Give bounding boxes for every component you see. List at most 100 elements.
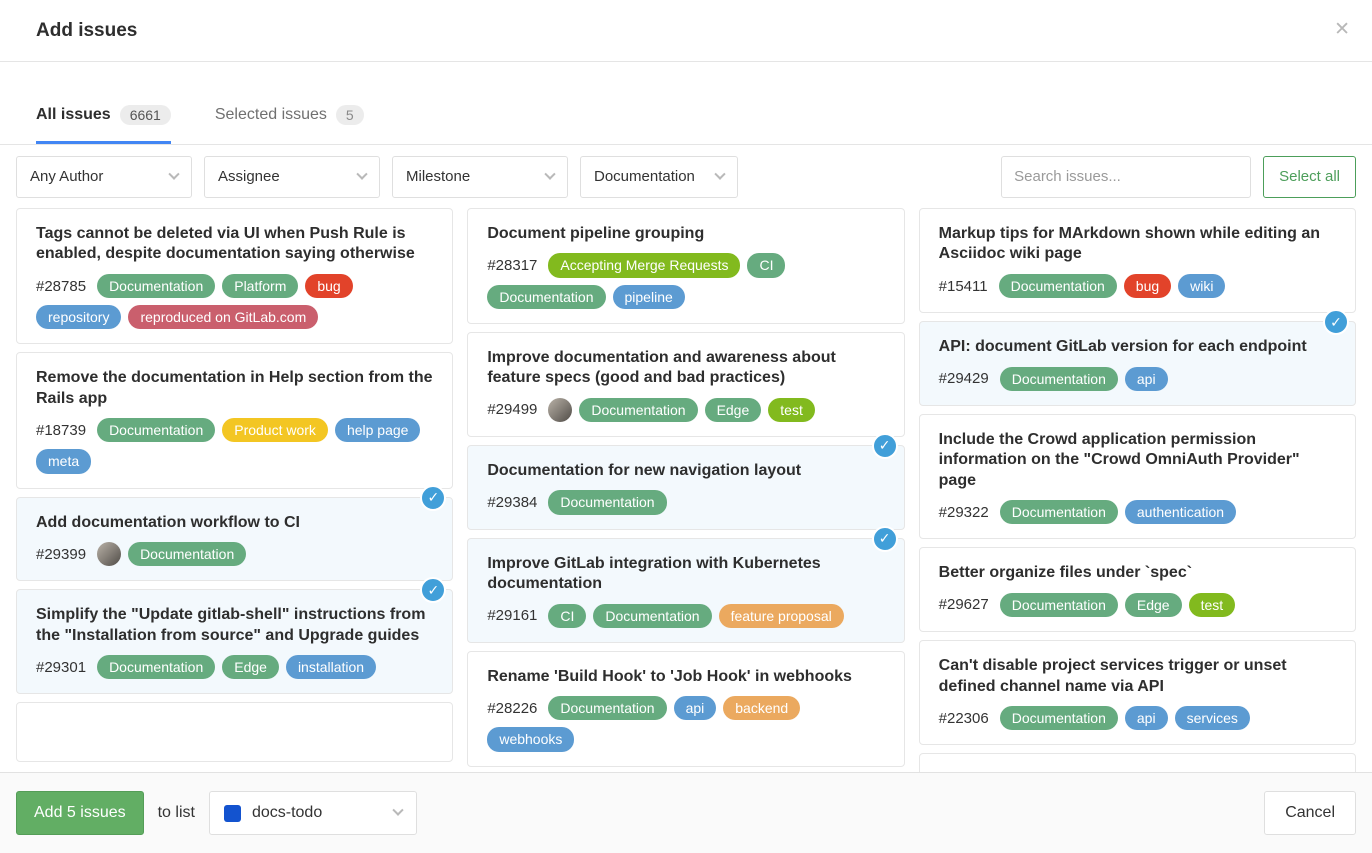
issue-title[interactable]: Documentation for new navigation layout — [487, 461, 887, 481]
label-api[interactable]: api — [1125, 367, 1168, 391]
label-documentation[interactable]: Documentation — [1000, 706, 1118, 730]
issue-title[interactable]: Markup tips for MArkdown shown while edi… — [939, 224, 1339, 265]
label-wiki[interactable]: wiki — [1178, 274, 1225, 298]
tab-selected-issues[interactable]: Selected issues 5 — [215, 105, 364, 144]
label-documentation[interactable]: Documentation — [97, 655, 215, 679]
issue-title[interactable]: Better organize files under `spec` — [939, 563, 1339, 583]
issue-title[interactable]: Include the Crowd application permission… — [939, 430, 1339, 491]
issue-card[interactable]: ✓Add documentation workflow to CI#29399D… — [16, 497, 453, 582]
issue-meta-row: #28317Accepting Merge RequestsCIDocument… — [487, 253, 887, 308]
issue-card-partial[interactable] — [919, 753, 1356, 772]
label-webhooks[interactable]: webhooks — [487, 727, 574, 751]
issue-card[interactable]: ✓Improve GitLab integration with Kuberne… — [467, 538, 904, 643]
label-ci[interactable]: CI — [548, 604, 586, 628]
issue-card[interactable]: ✓API: document GitLab version for each e… — [919, 321, 1356, 406]
label-meta[interactable]: meta — [36, 449, 91, 473]
issue-title[interactable]: Improve GitLab integration with Kubernet… — [487, 554, 887, 595]
tab-selected-issues-count: 5 — [336, 105, 364, 125]
label-documentation[interactable]: Documentation — [593, 604, 711, 628]
label-help-page[interactable]: help page — [335, 418, 421, 442]
issue-card[interactable]: Better organize files under `spec` #29627… — [919, 547, 1356, 632]
label-documentation[interactable]: Documentation — [97, 418, 215, 442]
label-backend[interactable]: backend — [723, 696, 800, 720]
issue-card[interactable]: Rename 'Build Hook' to 'Job Hook' in web… — [467, 651, 904, 767]
label-documentation[interactable]: Documentation — [97, 274, 215, 298]
label-authentication[interactable]: authentication — [1125, 500, 1236, 524]
search-input[interactable] — [1001, 156, 1251, 198]
label-repository[interactable]: repository — [36, 305, 121, 329]
label-product-work[interactable]: Product work — [222, 418, 328, 442]
issue-title[interactable]: Improve documentation and awareness abou… — [487, 348, 887, 389]
issue-title[interactable]: Remove the documentation in Help section… — [36, 368, 436, 409]
issue-columns: Tags cannot be deleted via UI when Push … — [0, 208, 1372, 772]
close-icon[interactable]: ✕ — [1334, 20, 1350, 39]
label-api[interactable]: api — [1125, 706, 1168, 730]
label-documentation[interactable]: Documentation — [128, 542, 246, 566]
milestone-filter-dropdown[interactable]: Milestone — [392, 156, 568, 198]
label-documentation[interactable]: Documentation — [548, 490, 666, 514]
issue-card[interactable]: Document pipeline grouping#28317Acceptin… — [467, 208, 904, 324]
selected-check-icon: ✓ — [420, 485, 446, 511]
label-filter-dropdown[interactable]: Documentation — [580, 156, 738, 198]
select-all-button[interactable]: Select all — [1263, 156, 1356, 198]
issue-title[interactable]: API: document GitLab version for each en… — [939, 337, 1339, 357]
label-reproduced-on-gitlab-com[interactable]: reproduced on GitLab.com — [128, 305, 318, 329]
issue-card[interactable]: Include the Crowd application permission… — [919, 414, 1356, 540]
label-ci[interactable]: CI — [747, 253, 785, 277]
issue-card[interactable]: Remove the documentation in Help section… — [16, 352, 453, 488]
issue-meta-row: #22306 Documentation api services — [939, 706, 1339, 730]
chevron-down-icon — [392, 805, 403, 816]
label-platform[interactable]: Platform — [222, 274, 298, 298]
label-documentation[interactable]: Documentation — [548, 696, 666, 720]
tab-all-issues-label: All issues — [36, 106, 111, 124]
chevron-down-icon — [544, 168, 555, 179]
issue-card[interactable]: Tags cannot be deleted via UI when Push … — [16, 208, 453, 344]
label-bug[interactable]: bug — [1124, 274, 1171, 298]
label-documentation[interactable]: Documentation — [487, 285, 605, 309]
issue-number: #22306 — [939, 710, 989, 727]
issue-card[interactable]: ✓Documentation for new navigation layout… — [467, 445, 904, 530]
target-list-dropdown[interactable]: docs-todo — [209, 791, 417, 835]
label-feature-proposal[interactable]: feature proposal — [719, 604, 844, 628]
milestone-filter-value: Milestone — [406, 168, 470, 185]
label-documentation[interactable]: Documentation — [1000, 500, 1118, 524]
issue-number: #29627 — [939, 596, 989, 613]
label-edge[interactable]: Edge — [1125, 593, 1182, 617]
add-issues-button[interactable]: Add 5 issues — [16, 791, 144, 835]
issue-title[interactable]: Rename 'Build Hook' to 'Job Hook' in web… — [487, 667, 887, 687]
issue-card[interactable]: ✓Simplify the "Update gitlab-shell" inst… — [16, 589, 453, 694]
issue-column-1: Tags cannot be deleted via UI when Push … — [16, 208, 453, 762]
issue-number: #15411 — [939, 278, 988, 295]
label-test[interactable]: test — [768, 398, 815, 422]
selected-check-icon: ✓ — [1323, 309, 1349, 335]
issue-card[interactable]: Markup tips for MArkdown shown while edi… — [919, 208, 1356, 313]
modal-header: Add issues ✕ — [0, 0, 1372, 62]
label-accepting-merge-requests[interactable]: Accepting Merge Requests — [548, 253, 740, 277]
tab-all-issues[interactable]: All issues 6661 — [36, 105, 171, 144]
author-filter-dropdown[interactable]: Any Author — [16, 156, 192, 198]
issue-title[interactable]: Add documentation workflow to CI — [36, 513, 436, 533]
issue-title[interactable]: Simplify the "Update gitlab-shell" instr… — [36, 605, 436, 646]
issue-title[interactable]: Document pipeline grouping — [487, 224, 887, 244]
label-test[interactable]: test — [1189, 593, 1236, 617]
label-documentation[interactable]: Documentation — [579, 398, 697, 422]
label-documentation[interactable]: Documentation — [1000, 367, 1118, 391]
cancel-button[interactable]: Cancel — [1264, 791, 1356, 835]
issue-card[interactable]: Improve documentation and awareness abou… — [467, 332, 904, 437]
label-pipeline[interactable]: pipeline — [613, 285, 685, 309]
issue-card[interactable]: Can't disable project services trigger o… — [919, 640, 1356, 745]
label-api[interactable]: api — [674, 696, 717, 720]
label-services[interactable]: services — [1175, 706, 1250, 730]
label-edge[interactable]: Edge — [222, 655, 279, 679]
label-documentation[interactable]: Documentation — [999, 274, 1117, 298]
assignee-filter-dropdown[interactable]: Assignee — [204, 156, 380, 198]
list-color-swatch — [224, 805, 241, 822]
label-documentation[interactable]: Documentation — [1000, 593, 1118, 617]
selected-check-icon: ✓ — [872, 433, 898, 459]
issue-card-partial[interactable] — [16, 702, 453, 762]
label-edge[interactable]: Edge — [705, 398, 762, 422]
issue-title[interactable]: Can't disable project services trigger o… — [939, 656, 1339, 697]
label-installation[interactable]: installation — [286, 655, 376, 679]
issue-title[interactable]: Tags cannot be deleted via UI when Push … — [36, 224, 436, 265]
label-bug[interactable]: bug — [305, 274, 352, 298]
